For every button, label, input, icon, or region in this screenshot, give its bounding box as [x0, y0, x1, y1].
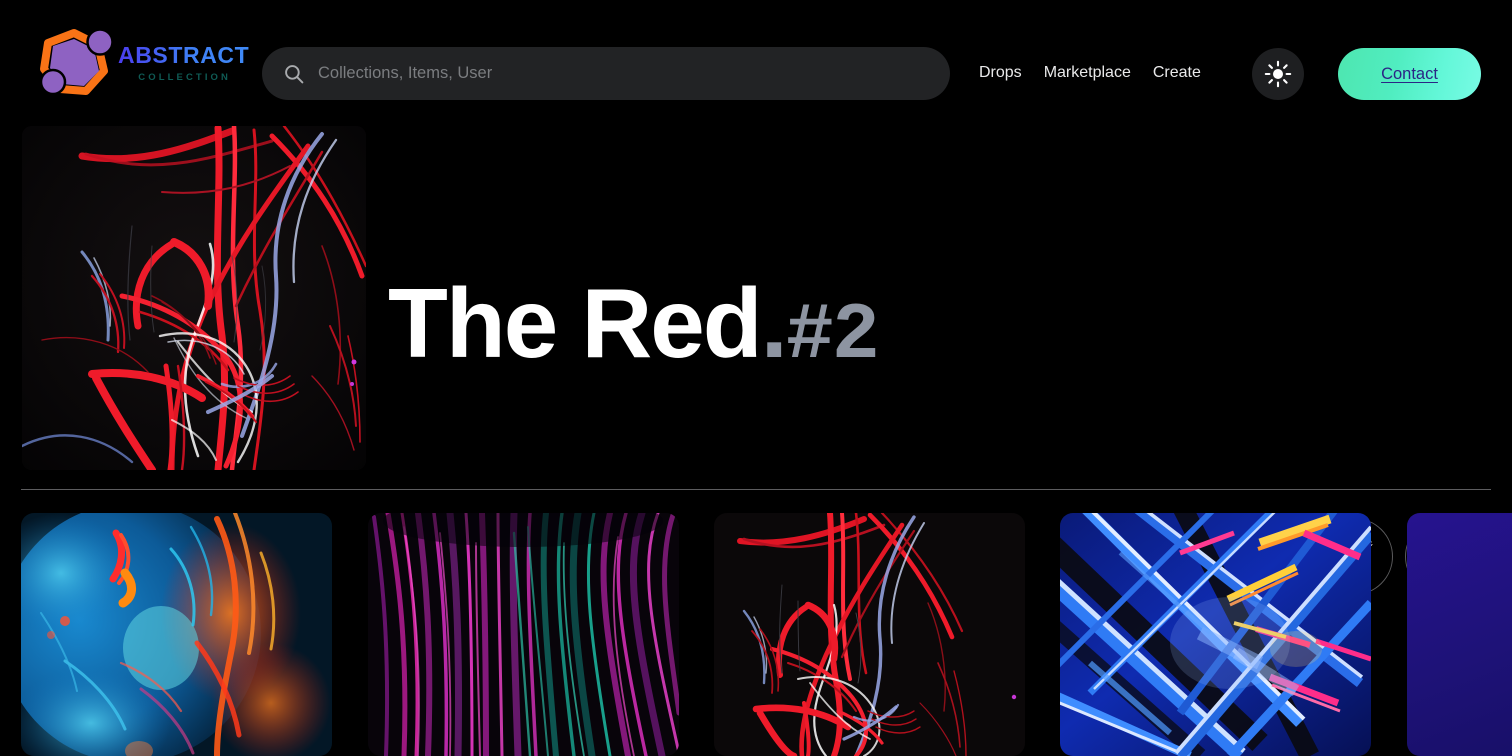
nav-link-drops[interactable]: Drops [979, 64, 1022, 82]
brand-text: ABSTRACT COLLECTION [118, 41, 250, 83]
main-nav: Drops Marketplace Create [979, 64, 1201, 82]
page-title: The Red.#2 [388, 274, 880, 377]
contact-button-label: Contact [1381, 64, 1438, 83]
search-icon [284, 64, 304, 84]
brand-logo[interactable]: ABSTRACT COLLECTION [36, 25, 249, 101]
gallery-card-indigo-gradient[interactable] [1407, 513, 1512, 756]
gallery-card-magenta-teal-fiber[interactable] [368, 513, 679, 756]
nav-link-create[interactable]: Create [1153, 64, 1201, 82]
gallery-card-red-light-trails[interactable] [714, 513, 1025, 756]
nav-link-marketplace[interactable]: Marketplace [1044, 64, 1131, 82]
brand-title: ABSTRACT [118, 41, 250, 68]
sun-icon [1264, 60, 1292, 88]
search-input[interactable] [318, 64, 928, 83]
page-root: ABSTRACT COLLECTION Drops Marketplace Cr… [0, 0, 1512, 756]
hero-section: The Red.#2 Etherscan Address @mrshobhit [0, 126, 1512, 595]
brand-subtitle: COLLECTION [138, 71, 232, 83]
search-bar[interactable] [262, 47, 950, 100]
theme-toggle-button[interactable] [1252, 48, 1304, 100]
abstract-hexagon-logo-icon [36, 25, 114, 101]
gallery-card-blue-neon-tubes[interactable] [1060, 513, 1371, 756]
site-header: ABSTRACT COLLECTION Drops Marketplace Cr… [0, 0, 1512, 126]
collection-gallery [0, 513, 1512, 756]
gallery-card-blue-orange-ink[interactable] [21, 513, 332, 756]
hero-title-main: The Red [388, 268, 763, 378]
hero-title-number: #2 [785, 291, 880, 382]
contact-button[interactable]: Contact [1338, 48, 1481, 100]
section-divider [21, 489, 1491, 490]
hero-title-dot: . [760, 268, 788, 378]
hero-artwork[interactable] [22, 126, 366, 470]
